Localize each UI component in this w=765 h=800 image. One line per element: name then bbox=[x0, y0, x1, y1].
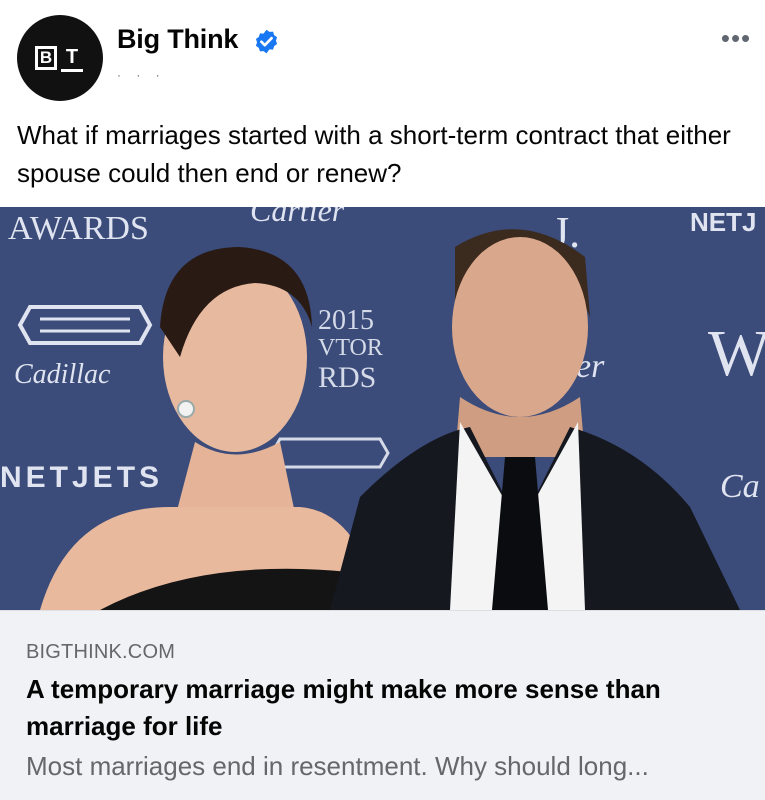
backdrop-text-rds: RDS bbox=[318, 361, 376, 394]
backdrop-text-vtor: VTOR bbox=[318, 335, 383, 361]
link-description: Most marriages end in resentment. Why sh… bbox=[26, 751, 649, 781]
post-photo[interactable]: AWARDS Cartier NETJ 2015 VTOR RDS Cadill… bbox=[0, 207, 765, 610]
backdrop-text-cadillac: Cadillac bbox=[14, 359, 111, 390]
avatar-logo-t: T bbox=[61, 44, 83, 72]
post-text: What if marriages started with a short-t… bbox=[17, 120, 731, 188]
avatar[interactable]: B T bbox=[17, 15, 103, 101]
backdrop-text-w: W bbox=[708, 317, 765, 390]
link-headline[interactable]: A temporary marriage might make more sen… bbox=[26, 671, 746, 745]
page-name[interactable]: Big Think bbox=[117, 24, 238, 55]
post-header: B T Big Think · · · ••• bbox=[0, 0, 765, 112]
facebook-post: B T Big Think · · · ••• What if marriage… bbox=[0, 0, 765, 800]
backdrop-text-year: 2015 bbox=[318, 305, 374, 336]
globe-icon: · · · bbox=[117, 68, 166, 82]
backdrop-text-awards: AWARDS bbox=[8, 210, 149, 247]
more-options-button[interactable]: ••• bbox=[716, 25, 756, 51]
backdrop-text-ca: Ca bbox=[720, 468, 760, 505]
verified-badge-icon bbox=[255, 29, 278, 54]
backdrop-text-netj: NETJ bbox=[690, 207, 756, 237]
photo-illustration: AWARDS Cartier NETJ 2015 VTOR RDS Cadill… bbox=[0, 207, 765, 610]
avatar-logo-b: B bbox=[35, 46, 57, 70]
link-domain: BIGTHINK.COM bbox=[26, 641, 176, 663]
backdrop-text-netjets: NETJETS bbox=[0, 461, 163, 494]
backdrop-text-cartier: Cartier bbox=[250, 207, 345, 228]
link-preview[interactable]: BIGTHINK.COM A temporary marriage might … bbox=[0, 610, 765, 800]
